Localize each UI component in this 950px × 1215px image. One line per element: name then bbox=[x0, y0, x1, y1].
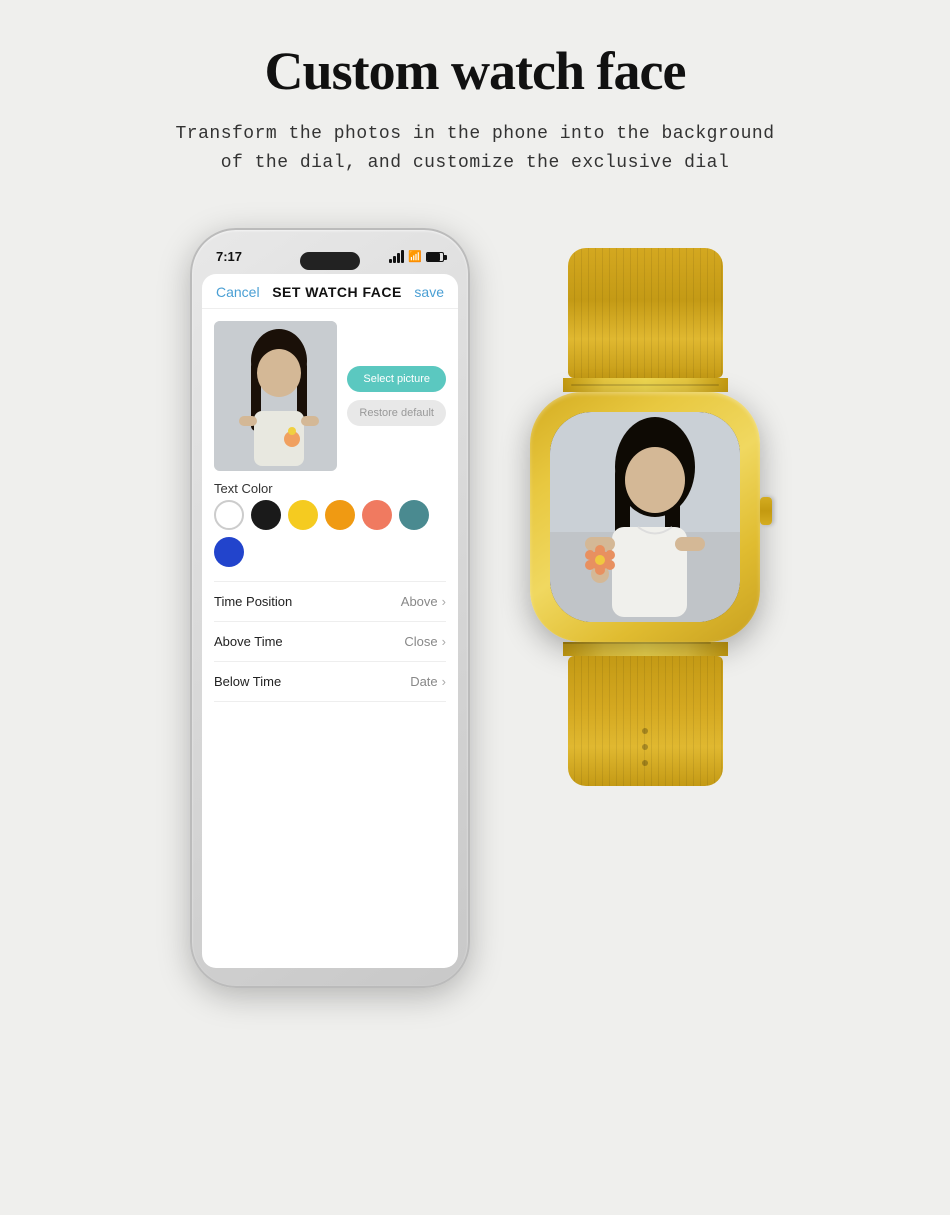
page-title: Custom watch face bbox=[265, 40, 686, 102]
watch-band-top bbox=[568, 248, 723, 378]
chevron-icon: › bbox=[442, 594, 446, 609]
wifi-icon: 📶 bbox=[408, 250, 422, 263]
battery-fill bbox=[427, 253, 440, 261]
above-time-value: Close › bbox=[404, 634, 446, 649]
phone-time: 7:17 bbox=[216, 249, 242, 264]
connector-line-top bbox=[571, 384, 720, 386]
swatch-white[interactable] bbox=[214, 500, 244, 530]
swatch-black[interactable] bbox=[251, 500, 281, 530]
swatch-teal[interactable] bbox=[399, 500, 429, 530]
connector-line-bottom bbox=[563, 642, 712, 644]
page-wrapper: Custom watch face Transform the photos i… bbox=[0, 0, 950, 1215]
preview-image bbox=[214, 321, 337, 471]
menu-rows: Time Position Above › Above Time Close › bbox=[214, 581, 446, 702]
chevron-icon-2: › bbox=[442, 634, 446, 649]
menu-row-below-time[interactable]: Below Time Date › bbox=[214, 662, 446, 702]
phone-screen: Cancel SET WATCH FACE save bbox=[202, 274, 458, 968]
photo-preview[interactable] bbox=[214, 321, 337, 471]
time-position-text: Above bbox=[401, 594, 438, 609]
watch-screen bbox=[550, 412, 740, 622]
action-buttons: Select picture Restore default bbox=[347, 366, 446, 426]
page-subtitle: Transform the photos in the phone into t… bbox=[176, 120, 775, 178]
app-header: Cancel SET WATCH FACE save bbox=[202, 274, 458, 309]
status-icons: 📶 bbox=[389, 250, 444, 263]
watch-body bbox=[530, 392, 760, 642]
watch-device bbox=[530, 248, 760, 786]
chevron-icon-3: › bbox=[442, 674, 446, 689]
select-picture-button[interactable]: Select picture bbox=[347, 366, 446, 392]
menu-row-time-position[interactable]: Time Position Above › bbox=[214, 582, 446, 622]
text-color-section: Text Color bbox=[214, 481, 446, 567]
above-time-text: Close bbox=[404, 634, 437, 649]
below-time-label: Below Time bbox=[214, 674, 281, 689]
phone-device: 7:17 📶 Cancel bbox=[190, 228, 470, 988]
watch-screen-image bbox=[550, 412, 740, 622]
band-hole-2 bbox=[642, 744, 648, 750]
content-row: 7:17 📶 Cancel bbox=[20, 228, 930, 988]
subtitle-line1: Transform the photos in the phone into t… bbox=[176, 124, 775, 144]
swatch-orange-dark[interactable] bbox=[325, 500, 355, 530]
bar3 bbox=[397, 253, 400, 263]
swatch-yellow[interactable] bbox=[288, 500, 318, 530]
save-button[interactable]: save bbox=[414, 284, 444, 300]
watch-display-image bbox=[550, 412, 740, 622]
swatch-orange-light[interactable] bbox=[362, 500, 392, 530]
app-body: Select picture Restore default Text Colo… bbox=[202, 309, 458, 968]
phone-notch bbox=[300, 252, 360, 270]
band-hole-1 bbox=[642, 728, 648, 734]
watch-band-bottom-connector bbox=[563, 642, 728, 656]
watch-band-top-connector bbox=[563, 378, 728, 392]
bar1 bbox=[389, 259, 392, 263]
subtitle-line2: of the dial, and customize the exclusive… bbox=[221, 153, 730, 173]
band-hole-3 bbox=[642, 760, 648, 766]
restore-default-button[interactable]: Restore default bbox=[347, 400, 446, 426]
above-time-label: Above Time bbox=[214, 634, 283, 649]
watch-band-bottom bbox=[568, 656, 723, 786]
below-time-text: Date bbox=[410, 674, 437, 689]
app-screen-title: SET WATCH FACE bbox=[272, 284, 402, 300]
band-holes bbox=[642, 728, 648, 766]
time-position-value: Above › bbox=[401, 594, 446, 609]
battery-icon bbox=[426, 252, 444, 262]
below-time-value: Date › bbox=[410, 674, 446, 689]
signal-bars-icon bbox=[389, 250, 404, 263]
time-position-label: Time Position bbox=[214, 594, 292, 609]
watch-crown bbox=[760, 497, 772, 525]
bar4 bbox=[401, 250, 404, 263]
bar2 bbox=[393, 256, 396, 263]
cancel-button[interactable]: Cancel bbox=[216, 284, 260, 300]
color-swatches bbox=[214, 500, 446, 567]
menu-row-above-time[interactable]: Above Time Close › bbox=[214, 622, 446, 662]
photo-section: Select picture Restore default bbox=[214, 321, 446, 471]
swatch-blue[interactable] bbox=[214, 537, 244, 567]
phone-status-bar: 7:17 📶 bbox=[200, 244, 460, 270]
text-color-label: Text Color bbox=[214, 481, 446, 496]
